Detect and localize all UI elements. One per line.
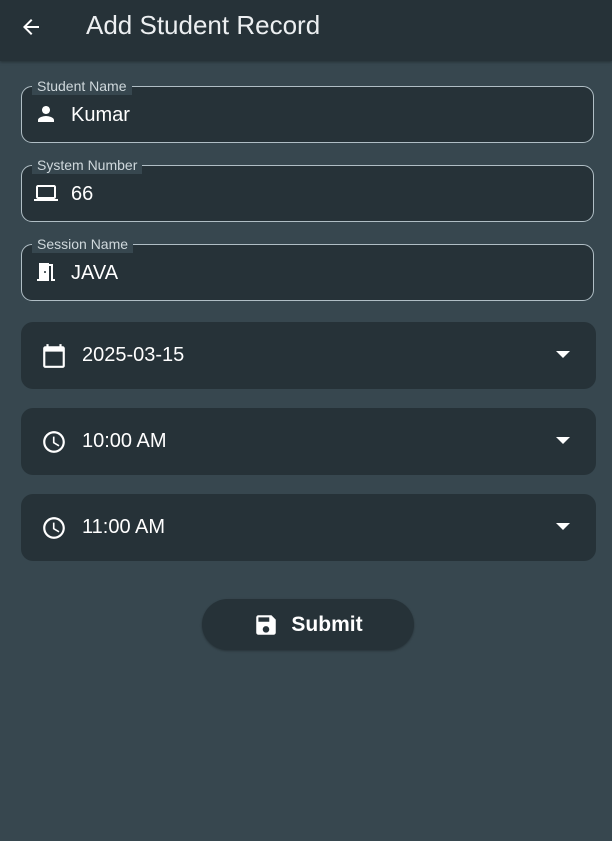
app-bar: Add Student Record bbox=[0, 0, 612, 61]
end-time-value: 11:00 AM bbox=[82, 516, 166, 538]
session-name-field[interactable]: Session Name JAVA bbox=[21, 235, 594, 301]
submit-button[interactable]: Submit bbox=[202, 599, 414, 650]
dropdown-arrow-icon bbox=[556, 351, 570, 358]
student-name-input[interactable]: Kumar bbox=[71, 103, 130, 127]
session-name-input[interactable]: JAVA bbox=[71, 261, 118, 285]
student-name-field[interactable]: Student Name Kumar bbox=[21, 77, 594, 143]
submit-label: Submit bbox=[291, 612, 363, 636]
page-title: Add Student Record bbox=[86, 10, 321, 40]
save-icon bbox=[256, 614, 277, 635]
session-name-label: Session Name bbox=[32, 235, 134, 253]
start-time-value: 10:00 AM bbox=[82, 430, 167, 452]
dropdown-arrow-icon bbox=[556, 523, 570, 530]
date-value: 2025-03-15 bbox=[82, 344, 185, 366]
clock-icon bbox=[43, 517, 65, 539]
date-picker[interactable]: 2025-03-15 bbox=[21, 322, 596, 389]
end-time-picker[interactable]: 11:00 AM bbox=[21, 494, 596, 561]
calendar-icon bbox=[43, 344, 65, 368]
start-time-picker[interactable]: 10:00 AM bbox=[21, 408, 596, 475]
back-button[interactable] bbox=[14, 10, 48, 44]
system-number-input[interactable]: 66 bbox=[71, 182, 93, 206]
door-icon bbox=[37, 263, 55, 281]
person-icon bbox=[38, 106, 54, 122]
clock-icon bbox=[43, 431, 65, 453]
student-name-label: Student Name bbox=[32, 77, 132, 95]
system-number-label: System Number bbox=[32, 156, 143, 174]
system-number-field[interactable]: System Number 66 bbox=[21, 156, 594, 222]
laptop-icon bbox=[34, 185, 58, 201]
dropdown-arrow-icon bbox=[556, 437, 570, 444]
arrow-back-icon bbox=[23, 19, 39, 35]
